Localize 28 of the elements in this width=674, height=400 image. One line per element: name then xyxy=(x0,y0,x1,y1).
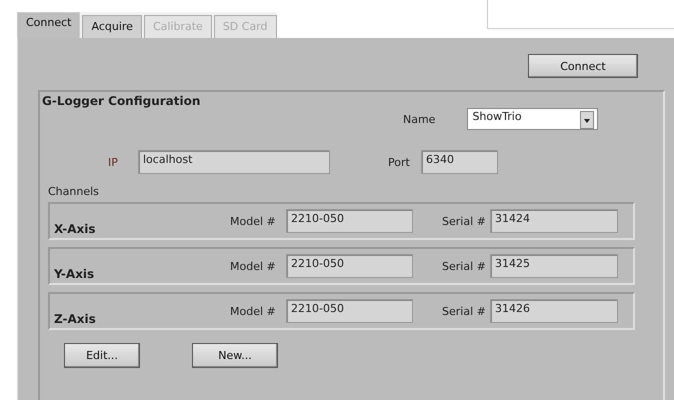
axis-label: X-Axis xyxy=(54,222,97,236)
group-title: G-Logger Configuration xyxy=(42,94,200,108)
model-field[interactable]: 2210-050 xyxy=(286,254,413,278)
name-label: Name xyxy=(403,112,436,126)
ip-field[interactable]: localhost xyxy=(138,150,330,174)
name-dropdown[interactable]: ShowTrio xyxy=(467,108,598,130)
new-button[interactable]: New... xyxy=(192,343,278,368)
edit-button[interactable]: Edit... xyxy=(64,343,140,368)
model-label: Model # xyxy=(230,260,277,272)
serial-label: Serial # xyxy=(442,214,487,228)
axis-label: Z-Axis xyxy=(54,312,97,326)
channels-label: Channels xyxy=(48,185,99,198)
model-label: Model # xyxy=(230,214,277,228)
connect-button[interactable]: Connect xyxy=(528,54,638,78)
serial-field[interactable]: 31426 xyxy=(490,299,618,323)
serial-label: Serial # xyxy=(442,260,487,272)
tab[interactable]: Acquire xyxy=(82,15,142,38)
axis-label: Y-Axis xyxy=(54,267,96,281)
tab[interactable]: Connect xyxy=(17,12,80,38)
model-field[interactable]: 2210-050 xyxy=(286,299,413,323)
serial-field[interactable]: 31424 xyxy=(490,209,618,233)
serial-label: Serial # xyxy=(442,304,487,318)
serial-field[interactable]: 31425 xyxy=(490,254,618,278)
model-label: Model # xyxy=(230,304,277,318)
port-label: Port xyxy=(388,156,411,168)
ip-label: IP xyxy=(108,156,119,168)
port-field[interactable]: 6340 xyxy=(421,150,498,174)
model-field[interactable]: 2210-050 xyxy=(286,209,413,233)
